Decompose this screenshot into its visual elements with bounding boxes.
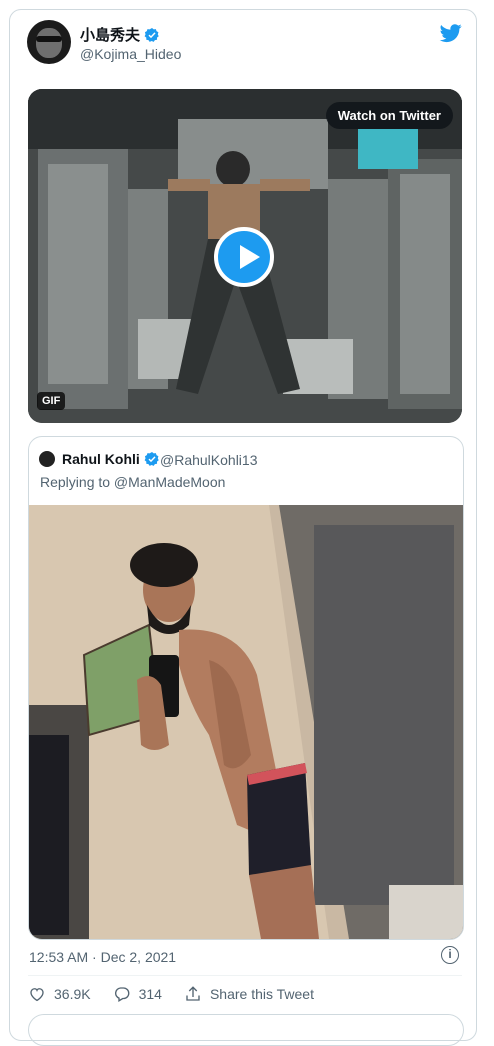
avatar-glasses — [36, 36, 62, 42]
play-icon — [240, 245, 260, 269]
reply-button[interactable]: 314 — [113, 985, 162, 1003]
info-icon[interactable]: i — [441, 946, 459, 964]
reply-count: 314 — [138, 986, 162, 1002]
reply-icon — [114, 987, 129, 1002]
play-button[interactable] — [214, 227, 274, 287]
share-label: Share this Tweet — [209, 986, 314, 1002]
quoted-name-row[interactable]: Rahul Kohli — [62, 451, 160, 467]
quoted-avatar[interactable] — [39, 451, 55, 467]
author-name-row[interactable]: 小島秀夫 — [80, 24, 160, 45]
author-name[interactable]: 小島秀夫 — [80, 24, 140, 45]
gif-media[interactable]: Watch on Twitter GIF — [28, 89, 462, 423]
heart-icon — [30, 988, 44, 1002]
author-avatar[interactable] — [27, 20, 71, 64]
read-replies-button[interactable] — [28, 1014, 464, 1046]
divider — [28, 975, 462, 976]
avatar-face — [36, 28, 62, 58]
verified-badge-icon — [144, 452, 159, 466]
share-icon — [186, 986, 200, 1001]
tweet-actions: 36.9K 314 Share this Tweet — [28, 985, 336, 1003]
quoted-tweet[interactable]: Rahul Kohli @RahulKohli13 Replying to @M… — [28, 436, 464, 940]
quoted-handle[interactable]: @RahulKohli13 — [160, 452, 258, 468]
like-button[interactable]: 36.9K — [28, 985, 91, 1003]
quoted-name[interactable]: Rahul Kohli — [62, 451, 140, 467]
verified-badge-icon — [144, 27, 159, 42]
replying-to: Replying to @ManMadeMoon — [40, 474, 226, 490]
twitter-bird-icon[interactable] — [439, 22, 463, 44]
tweet-timestamp[interactable]: 12:53 AM · Dec 2, 2021 — [29, 949, 176, 965]
like-count: 36.9K — [54, 986, 91, 1002]
watch-on-twitter-button[interactable]: Watch on Twitter — [325, 102, 453, 129]
share-button[interactable]: Share this Tweet — [184, 985, 314, 1003]
gif-badge: GIF — [37, 392, 66, 410]
quoted-photo[interactable] — [29, 505, 463, 939]
author-handle[interactable]: @Kojima_Hideo — [80, 46, 181, 62]
